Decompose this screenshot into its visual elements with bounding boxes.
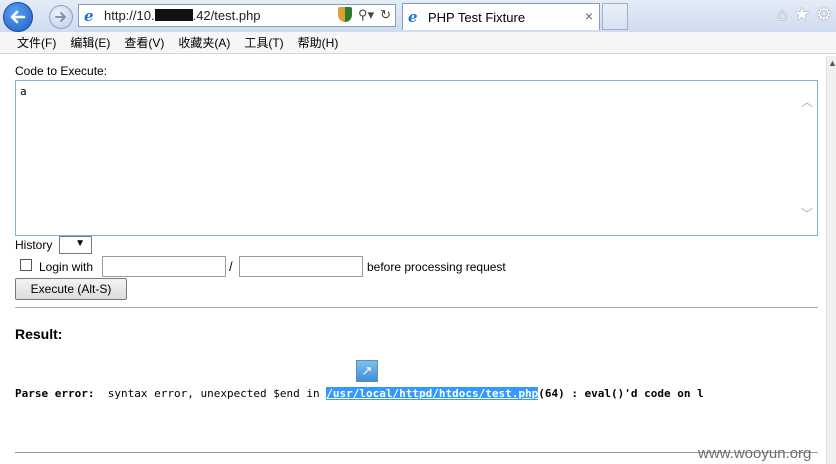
- watermark: www.wooyun.org: [698, 445, 812, 462]
- menu-tools[interactable]: 工具(T): [244, 34, 283, 51]
- password-input[interactable]: [239, 256, 363, 277]
- menu-bar: 文件(F) 编辑(E) 查看(V) 收藏夹(A) 工具(T) 帮助(H): [0, 32, 836, 54]
- credential-separator: /: [229, 259, 233, 274]
- error-file-path: /usr/local/httpd/htdocs/test.php: [326, 387, 539, 400]
- execute-button[interactable]: Execute (Alt-S): [15, 278, 127, 300]
- error-prefix: Parse error:: [15, 387, 95, 400]
- browser-toolbar: e http://10. .42/test.php ⚲▾ ↻ e PHP Test…: [0, 0, 836, 33]
- tab-title: PHP Test Fixture: [428, 10, 526, 25]
- back-arrow-icon: [10, 10, 26, 24]
- menu-help[interactable]: 帮助(H): [298, 34, 339, 51]
- redacted-ip-mask: [154, 9, 193, 21]
- address-bar[interactable]: e http://10. .42/test.php ⚲▾ ↻: [78, 4, 396, 27]
- login-label: Login with: [39, 260, 94, 274]
- ie-logo-icon: e: [84, 7, 94, 25]
- result-heading: Result:: [15, 326, 63, 342]
- scroll-up-icon[interactable]: ▲: [828, 58, 836, 68]
- search-icon[interactable]: ⚲▾: [358, 7, 374, 23]
- compat-shield-icon[interactable]: [338, 7, 353, 22]
- forward-arrow-icon: [55, 12, 66, 22]
- tab-close-icon[interactable]: ×: [585, 8, 593, 24]
- home-icon[interactable]: ⌂: [777, 4, 788, 25]
- history-select[interactable]: ▼: [59, 236, 92, 254]
- login-checkbox[interactable]: [20, 259, 32, 271]
- url-text: http://10. .42/test.php: [104, 8, 261, 23]
- menu-view[interactable]: 查看(V): [124, 34, 164, 51]
- new-tab-button[interactable]: [602, 3, 628, 30]
- textarea-scroll-down-icon[interactable]: ﹀: [801, 205, 813, 222]
- refresh-icon[interactable]: ↻: [380, 7, 391, 23]
- code-value: a: [20, 85, 27, 98]
- forward-button[interactable]: [49, 5, 73, 29]
- popout-icon[interactable]: ↗: [356, 360, 378, 382]
- ie-logo-icon: e: [408, 8, 418, 26]
- menu-file[interactable]: 文件(F): [17, 34, 56, 51]
- error-suffix: (64) : eval()'d code on l: [538, 387, 704, 400]
- before-processing-label: before processing request: [367, 260, 506, 274]
- favorites-star-icon[interactable]: ★: [794, 4, 810, 25]
- page-scrollbar[interactable]: ▲: [826, 56, 836, 464]
- history-label: History: [15, 238, 53, 252]
- error-text: syntax error, unexpected $end in: [107, 387, 320, 400]
- divider: [15, 307, 818, 308]
- back-button[interactable]: [3, 2, 33, 32]
- menu-favorites[interactable]: 收藏夹(A): [178, 34, 230, 51]
- gear-icon[interactable]: ⚙: [816, 4, 832, 25]
- menu-edit[interactable]: 编辑(E): [70, 34, 110, 51]
- code-label: Code to Execute:: [15, 64, 108, 78]
- textarea-scroll-up-icon[interactable]: ︿: [801, 93, 813, 110]
- tab-php-test-fixture[interactable]: e PHP Test Fixture ×: [402, 3, 600, 30]
- error-message: Parse error: syntax error, unexpected $e…: [15, 387, 704, 400]
- code-textarea[interactable]: a ︿ ﹀: [15, 80, 818, 236]
- chevron-down-icon: ▼: [75, 238, 85, 249]
- username-input[interactable]: [102, 256, 226, 277]
